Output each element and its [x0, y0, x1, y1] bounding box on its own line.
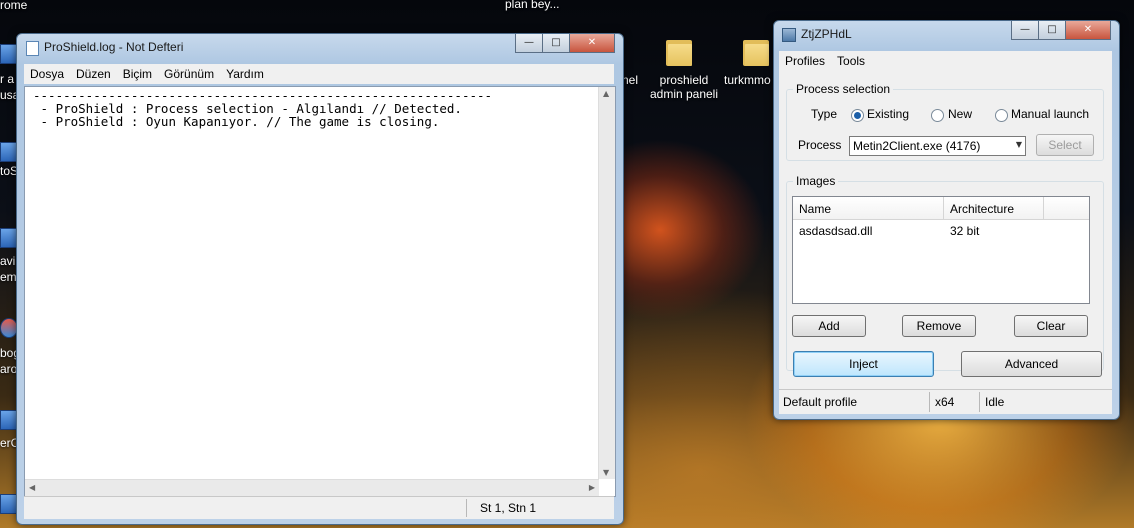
- notepad-app-icon: [26, 41, 39, 56]
- scroll-left-arrow-icon[interactable]: ◀: [29, 483, 35, 492]
- desktop-left-label: avi: [0, 254, 16, 268]
- menu-tools[interactable]: Tools: [831, 51, 871, 71]
- advanced-button[interactable]: Advanced: [961, 351, 1102, 377]
- scroll-up-arrow-icon[interactable]: ▲: [603, 89, 609, 98]
- cursor-position: St 1, Stn 1: [480, 501, 537, 515]
- images-title: Images: [793, 174, 839, 188]
- column-header-architecture[interactable]: Architecture: [950, 202, 1014, 216]
- add-button[interactable]: Add: [792, 315, 866, 337]
- desktop-top-left-label: rome: [0, 0, 28, 12]
- maximize-button[interactable]: □: [1038, 21, 1066, 40]
- injector-window: ZtjZPHdL — □ ✕ Profiles Tools Process sel…: [773, 20, 1120, 420]
- menu-gorunum[interactable]: Görünüm: [158, 64, 220, 84]
- type-label: Type: [811, 107, 838, 121]
- desktop-left-label: aro: [0, 362, 18, 376]
- desktop-left-label: r a: [0, 72, 15, 86]
- status-arch: x64: [935, 395, 955, 409]
- notepad-title: ProShield.log - Not Defteri: [44, 40, 184, 54]
- menu-bicim[interactable]: Biçim: [117, 64, 158, 84]
- close-button[interactable]: ✕: [569, 34, 615, 53]
- process-selection-group: Process selection Type Existing New Manu…: [786, 82, 1104, 161]
- injector-menubar: Profiles Tools: [779, 51, 1112, 71]
- maximize-button[interactable]: □: [542, 34, 570, 53]
- injector-statusbar: Default profile x64 Idle: [779, 389, 1112, 414]
- remove-button[interactable]: Remove: [902, 315, 976, 337]
- table-row[interactable]: asdasdsad.dll 32 bit: [793, 223, 1089, 241]
- injector-client-area: Profiles Tools Process selection Type Exi…: [779, 51, 1112, 414]
- desktop-icon-label-line: admin paneli: [649, 87, 719, 101]
- images-list[interactable]: Name Architecture asdasdsad.dll 32 bit: [792, 196, 1090, 304]
- column-divider[interactable]: [943, 197, 944, 219]
- injector-app-icon: [782, 28, 796, 42]
- folder-icon[interactable]: [743, 36, 769, 66]
- notepad-window: ProShield.log - Not Defteri — □ ✕ Dosya D…: [16, 33, 624, 525]
- minimize-button[interactable]: —: [1011, 21, 1039, 40]
- statusbar-divider: [979, 392, 980, 412]
- desktop-icon-label[interactable]: nel: [622, 73, 638, 87]
- status-profile: Default profile: [783, 395, 858, 409]
- folder-icon[interactable]: [666, 36, 692, 66]
- scroll-down-arrow-icon[interactable]: ▼: [603, 468, 609, 477]
- statusbar-divider: [466, 499, 467, 517]
- desktop-icon-label-line: proshield: [659, 73, 709, 87]
- menu-yardim[interactable]: Yardım: [220, 64, 270, 84]
- radio-manual-launch-label[interactable]: Manual launch: [1011, 107, 1089, 121]
- inject-button[interactable]: Inject: [793, 351, 934, 377]
- clear-button[interactable]: Clear: [1014, 315, 1088, 337]
- menu-duzen[interactable]: Düzen: [70, 64, 117, 84]
- minimize-button[interactable]: —: [515, 34, 543, 53]
- column-divider[interactable]: [1043, 197, 1044, 219]
- cell-name: asdasdsad.dll: [799, 224, 873, 238]
- injector-title: ZtjZPHdL: [801, 27, 852, 41]
- column-header-name[interactable]: Name: [799, 202, 831, 216]
- desktop-top-label: plan bey...: [505, 0, 560, 11]
- statusbar-divider: [929, 392, 930, 412]
- cell-architecture: 32 bit: [950, 224, 980, 238]
- notepad-text-area[interactable]: ----------------------------------------…: [24, 86, 616, 497]
- process-label: Process: [798, 138, 842, 152]
- radio-manual-launch[interactable]: [995, 109, 1008, 122]
- notepad-text-content: ----------------------------------------…: [33, 88, 493, 129]
- menu-profiles[interactable]: Profiles: [779, 51, 831, 71]
- radio-existing-label[interactable]: Existing: [867, 107, 909, 121]
- radio-existing[interactable]: [851, 109, 864, 122]
- chevron-down-icon[interactable]: ▼: [1016, 140, 1022, 149]
- scroll-right-arrow-icon[interactable]: ▶: [589, 483, 595, 492]
- notepad-menubar: Dosya Düzen Biçim Görünüm Yardım: [24, 64, 614, 84]
- horizontal-scrollbar[interactable]: ◀ ▶: [25, 479, 599, 496]
- desktop-icon-label[interactable]: turkmmo: [724, 73, 771, 87]
- notepad-titlebar[interactable]: ProShield.log - Not Defteri — □ ✕: [17, 34, 623, 60]
- injector-titlebar[interactable]: ZtjZPHdL — □ ✕: [774, 21, 1119, 47]
- menu-dosya[interactable]: Dosya: [24, 64, 70, 84]
- close-button[interactable]: ✕: [1065, 21, 1111, 40]
- images-list-header: Name Architecture: [793, 197, 1089, 220]
- images-group: Images Name Architecture asdasdsad.dll 3…: [786, 174, 1104, 371]
- radio-new[interactable]: [931, 109, 944, 122]
- select-button[interactable]: Select: [1036, 134, 1094, 156]
- process-dropdown[interactable]: Metin2Client.exe (4176) ▼: [849, 136, 1026, 156]
- process-selection-title: Process selection: [793, 82, 894, 96]
- process-dropdown-value: Metin2Client.exe (4176): [853, 139, 981, 153]
- vertical-scrollbar[interactable]: ▲ ▼: [598, 87, 615, 479]
- desktop-icon-label[interactable]: proshield admin paneli: [646, 73, 722, 101]
- radio-new-label[interactable]: New: [948, 107, 972, 121]
- notepad-statusbar: St 1, Stn 1: [24, 496, 614, 519]
- status-state: Idle: [985, 395, 1005, 409]
